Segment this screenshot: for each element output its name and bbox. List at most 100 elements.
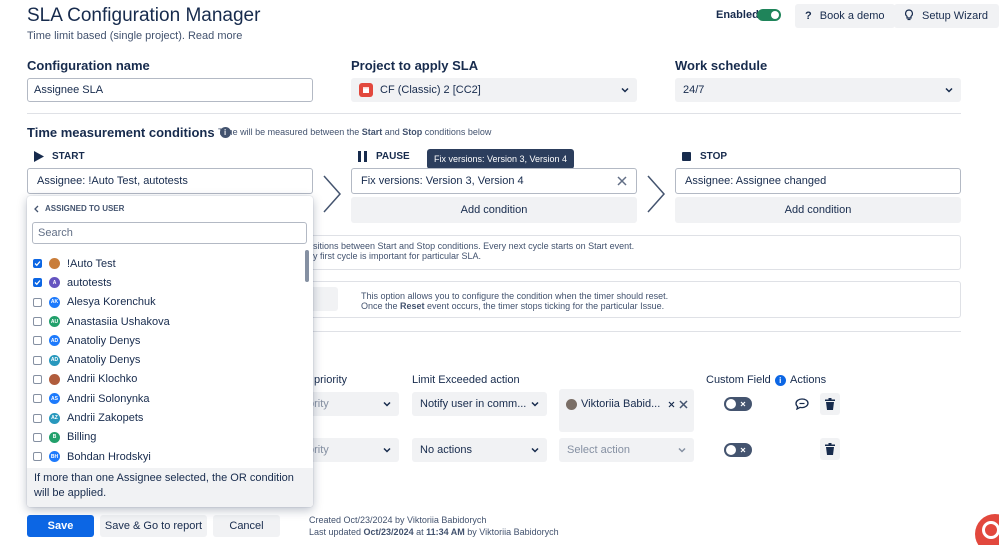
- avatar: AZ: [49, 412, 60, 424]
- checkbox[interactable]: [33, 355, 42, 365]
- tooltip: Fix versions: Version 3, Version 4: [427, 149, 575, 169]
- user-name: Anastasiia Ushakova: [67, 315, 170, 328]
- checkbox[interactable]: [33, 336, 42, 346]
- user-name: !Auto Test: [67, 257, 116, 270]
- checkbox[interactable]: [33, 374, 42, 384]
- avatar: A: [49, 277, 60, 289]
- note-part: Time will be measured between the: [218, 127, 362, 137]
- scrollbar[interactable]: [305, 250, 309, 282]
- avatar: [566, 398, 577, 410]
- custom-field-toggle[interactable]: [724, 397, 752, 411]
- avatar: AK: [49, 296, 60, 308]
- list-item[interactable]: AD Anatoliy Denys: [33, 350, 303, 369]
- checkbox[interactable]: [33, 452, 42, 462]
- play-icon: [34, 151, 44, 162]
- config-name-input[interactable]: Assignee SLA: [27, 78, 313, 102]
- user-chip-name: Viktoriia Babid...: [581, 398, 661, 410]
- checkbox[interactable]: [33, 259, 42, 269]
- schedule-select[interactable]: 24/7: [675, 78, 961, 102]
- clear-icon[interactable]: [679, 400, 688, 409]
- checkbox[interactable]: [33, 394, 42, 404]
- cancel-button[interactable]: Cancel: [213, 515, 280, 537]
- list-item[interactable]: Andrii Klochko: [33, 370, 303, 389]
- updated-text: Last updated: [309, 527, 364, 537]
- project-select[interactable]: CF (Classic) 2 [CC2]: [351, 78, 637, 102]
- add-stop-condition-button[interactable]: Add condition: [675, 197, 961, 223]
- avatar: AD: [49, 335, 60, 347]
- enabled-toggle[interactable]: [757, 9, 781, 21]
- read-more-link[interactable]: Read more: [188, 30, 242, 42]
- info-icon[interactable]: i: [774, 374, 786, 386]
- limit-action-header: Limit Exceeded action: [412, 374, 520, 386]
- list-item[interactable]: AU Anastasiia Ushakova: [33, 312, 303, 331]
- remove-chip-icon[interactable]: [668, 401, 675, 408]
- user-name: Billing: [67, 431, 97, 444]
- dropdown-header[interactable]: ASSIGNED TO USER: [33, 204, 124, 213]
- created-note: Created Oct/23/2024 by Viktoriia Babidor…: [309, 515, 487, 525]
- limit-action-value: Notify user in comm...: [420, 398, 527, 410]
- checkbox[interactable]: [33, 278, 42, 288]
- add-pause-condition-button[interactable]: Add condition: [351, 197, 637, 223]
- limit-action-select[interactable]: No actions: [412, 438, 547, 462]
- save-button[interactable]: Save: [27, 515, 94, 537]
- note-start: Start: [361, 127, 383, 137]
- checkbox[interactable]: [33, 317, 42, 327]
- setup-wizard-button[interactable]: Setup Wizard: [894, 4, 999, 28]
- enabled-label: Enabled: [716, 9, 759, 21]
- config-name-label: Configuration name: [27, 58, 150, 73]
- close-icon[interactable]: [617, 176, 627, 186]
- note-part: and: [382, 127, 403, 137]
- list-item[interactable]: !Auto Test: [33, 254, 303, 273]
- checkbox[interactable]: [33, 297, 42, 307]
- avatar: AS: [49, 393, 60, 405]
- list-item[interactable]: AK Alesya Korenchuk: [33, 293, 303, 312]
- pause-condition[interactable]: Fix versions: Version 3, Version 4: [351, 168, 637, 194]
- updated-time: 11:34 AM: [426, 527, 465, 537]
- dropdown-search-input[interactable]: Search: [32, 222, 307, 244]
- delete-button[interactable]: [820, 438, 840, 460]
- start-label: START: [52, 151, 85, 162]
- start-heading: START: [33, 151, 85, 162]
- priority-header: priority: [314, 374, 348, 386]
- start-condition[interactable]: Assignee: !Auto Test, autotests: [27, 168, 313, 194]
- list-item[interactable]: AD Anatoliy Denys: [33, 331, 303, 350]
- custom-field-toggle[interactable]: [724, 443, 752, 457]
- priority-select[interactable]: ority: [300, 392, 399, 416]
- chevron-down-icon: [678, 447, 686, 453]
- list-item[interactable]: BH Bohdan Hrodskyi: [33, 447, 303, 466]
- save-report-button[interactable]: Save & Go to report: [100, 515, 207, 537]
- user-name: Andrii Klochko: [67, 373, 138, 386]
- list-item[interactable]: B Billing: [33, 428, 303, 447]
- select-action-field[interactable]: Select action: [559, 438, 694, 462]
- checkbox[interactable]: [33, 413, 42, 423]
- help-widget-icon[interactable]: [975, 514, 999, 545]
- trash-icon: [825, 443, 835, 455]
- list-item[interactable]: AZ Andrii Zakopets: [33, 408, 303, 427]
- limit-action-value: No actions: [420, 444, 472, 456]
- custom-field-header-text: Custom Field: [706, 374, 771, 386]
- chevron-right-icon: [647, 175, 666, 213]
- chevron-right-icon: [323, 175, 342, 213]
- stop-condition[interactable]: Assignee: Assignee changed: [675, 168, 961, 194]
- pause-label: PAUSE: [376, 151, 410, 162]
- priority-select[interactable]: ority: [300, 438, 399, 462]
- updated-note: Last updated Oct/23/2024 at 11:34 AM by …: [309, 527, 559, 537]
- stop-condition-text: Assignee: Assignee changed: [685, 175, 827, 187]
- comment-icon[interactable]: [792, 395, 812, 413]
- user-name: Anatoliy Denys: [67, 354, 141, 367]
- book-demo-label: Book a demo: [819, 10, 885, 22]
- book-demo-button[interactable]: ? Book a demo: [795, 4, 895, 28]
- pause-heading: PAUSE: [357, 151, 410, 162]
- project-label: Project to apply SLA: [351, 58, 479, 73]
- updated-text: by Viktoriia Babidorych: [464, 527, 559, 537]
- limit-action-select[interactable]: Notify user in comm...: [412, 392, 547, 416]
- delete-button[interactable]: [820, 393, 840, 415]
- trash-icon: [825, 398, 835, 410]
- actions-header: Actions: [790, 374, 827, 386]
- avatar: [49, 258, 60, 270]
- list-item[interactable]: AS Andrii Solonynka: [33, 389, 303, 408]
- close-icon: [740, 447, 746, 453]
- note-stop: Stop: [402, 127, 423, 137]
- list-item[interactable]: Aautotests: [33, 273, 303, 292]
- checkbox[interactable]: [33, 432, 42, 442]
